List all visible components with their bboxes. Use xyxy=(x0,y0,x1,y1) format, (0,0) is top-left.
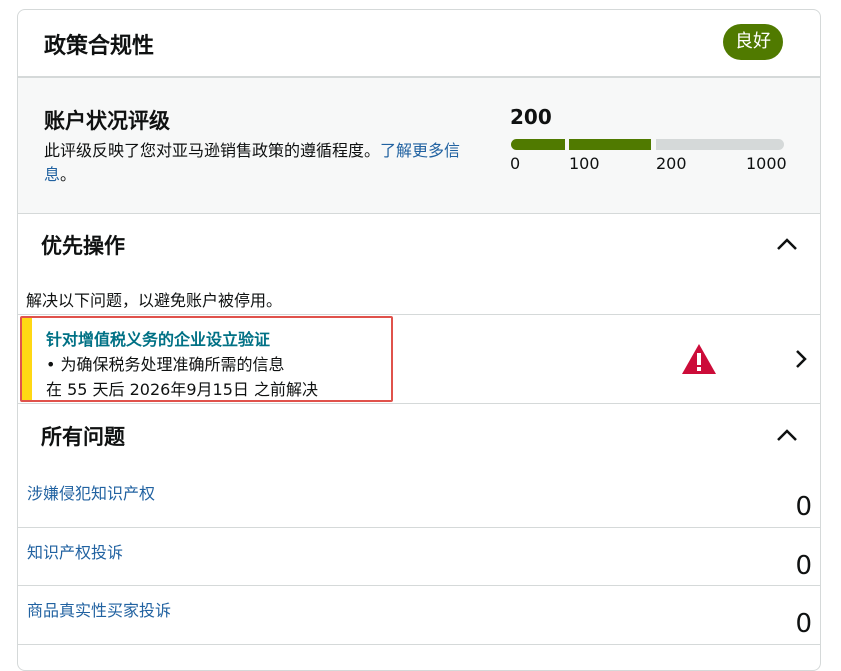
divider xyxy=(18,527,820,528)
card-header: 政策合规性 良好 xyxy=(18,10,820,78)
issue-count: 0 xyxy=(795,492,812,522)
rating-description: 此评级反映了您对亚马逊销售政策的遵循程度。了解更多信息。 xyxy=(44,139,464,187)
issue-deadline: 在 55 天后 2026年9月15日 之前解决 xyxy=(46,380,318,399)
rating-bar-segment-200-1000 xyxy=(656,139,784,150)
rating-tick: 1000 xyxy=(746,154,787,173)
rating-description-period: 。 xyxy=(60,165,77,184)
warning-icon xyxy=(682,344,716,374)
divider xyxy=(18,644,820,645)
collapse-chevron-up-icon[interactable] xyxy=(776,237,798,251)
priority-actions-title: 优先操作 xyxy=(41,234,125,258)
issue-link[interactable]: 商品真实性买家投诉 xyxy=(27,597,171,621)
issue-detail: • 为确保税务处理准确所需的信息 xyxy=(46,355,285,374)
priority-issue-row[interactable]: 针对增值税义务的企业设立验证 • 为确保税务处理准确所需的信息 在 55 天后 … xyxy=(18,315,820,403)
issue-title-link[interactable]: 针对增值税义务的企业设立验证 xyxy=(46,326,270,350)
collapse-chevron-up-icon[interactable] xyxy=(776,428,798,442)
rating-tick: 0 xyxy=(510,154,521,173)
rating-bar-segment-0-100 xyxy=(511,139,565,150)
rating-title: 账户状况评级 xyxy=(44,109,170,133)
account-health-rating: 账户状况评级 此评级反映了您对亚马逊销售政策的遵循程度。了解更多信息。 200 … xyxy=(18,78,820,214)
all-issues-title: 所有问题 xyxy=(41,425,125,449)
rating-bar-segment-100-200 xyxy=(569,139,651,150)
card-title: 政策合规性 xyxy=(44,34,155,59)
rating-tick: 200 xyxy=(656,154,687,173)
rating-description-text: 此评级反映了您对亚马逊销售政策的遵循程度。 xyxy=(44,141,381,160)
chevron-right-icon[interactable] xyxy=(794,348,808,370)
status-badge: 良好 xyxy=(723,24,783,60)
issue-link[interactable]: 涉嫌侵犯知识产权 xyxy=(27,480,155,504)
policy-compliance-card: 政策合规性 良好 账户状况评级 此评级反映了您对亚马逊销售政策的遵循程度。了解更… xyxy=(17,9,821,671)
divider xyxy=(18,403,820,404)
issue-severity-stripe xyxy=(22,318,32,400)
rating-score: 200 xyxy=(510,105,552,129)
issue-link[interactable]: 知识产权投诉 xyxy=(27,539,123,563)
rating-tick: 100 xyxy=(569,154,600,173)
issue-count: 0 xyxy=(795,551,812,581)
priority-issue-highlight: 针对增值税义务的企业设立验证 • 为确保税务处理准确所需的信息 在 55 天后 … xyxy=(20,316,393,402)
issue-count: 0 xyxy=(795,609,812,639)
priority-actions-subtitle: 解决以下问题，以避免账户被停用。 xyxy=(26,291,283,310)
issue-list-item: 知识产权投诉 0 xyxy=(18,537,820,595)
divider xyxy=(18,585,820,586)
